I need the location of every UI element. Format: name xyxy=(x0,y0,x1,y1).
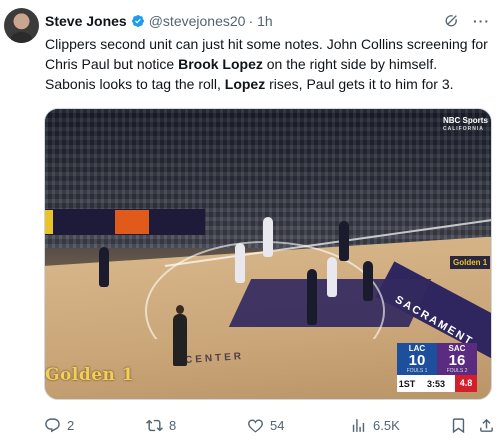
scorebug: LAC 10 FOULS 1 SAC 16 FOULS 2 1ST 3:53 4… xyxy=(397,343,477,393)
scorebug-away: SAC 16 FOULS 2 xyxy=(437,343,477,375)
reply-button[interactable]: 2 xyxy=(44,414,74,436)
repost-icon xyxy=(146,419,163,431)
views-count: 6.5K xyxy=(373,417,400,433)
reply-count: 2 xyxy=(67,417,75,433)
player xyxy=(235,243,245,283)
arena-sign: Golden 1 xyxy=(450,256,491,269)
like-button[interactable]: 54 xyxy=(247,414,284,436)
player xyxy=(327,257,337,297)
like-icon xyxy=(248,418,263,433)
broadcaster-region: CALIFORNIA xyxy=(443,126,484,132)
home-fouls: FOULS 1 xyxy=(406,368,428,374)
tweet-text-part: rises, Paul gets it to him for 3. xyxy=(265,76,454,92)
player xyxy=(307,269,317,325)
home-score: 10 xyxy=(408,352,426,369)
share-button[interactable] xyxy=(478,414,495,436)
repost-button[interactable]: 8 xyxy=(146,414,176,436)
away-score: 16 xyxy=(448,352,466,369)
share-icon xyxy=(480,418,493,432)
like-count: 54 xyxy=(270,417,285,433)
reply-icon xyxy=(45,417,60,432)
timestamp[interactable]: 1h xyxy=(257,13,273,29)
avatar[interactable] xyxy=(4,8,39,43)
verified-badge-icon xyxy=(131,14,145,28)
scorebug-home: LAC 10 FOULS 1 xyxy=(397,343,437,375)
bookmark-icon xyxy=(452,417,465,433)
player xyxy=(363,261,373,301)
video-media[interactable]: Golden 1 CENTER SACRAMENT Golden 1 NBC S… xyxy=(44,108,492,400)
broadcaster-name: NBC Sports xyxy=(443,116,488,125)
away-fouls: FOULS 2 xyxy=(446,368,468,374)
tweet-header: Steve Jones @stevejones20 · 1h ··· xyxy=(45,11,490,31)
player xyxy=(263,217,273,257)
grok-icon[interactable] xyxy=(443,13,459,29)
game-clock: 3:53 xyxy=(426,378,445,389)
player xyxy=(99,247,109,287)
repost-count: 8 xyxy=(169,417,177,433)
tweet-actions: 2 8 54 6.5K xyxy=(44,414,494,436)
broadcaster-logo: NBC Sports CALIFORNIA xyxy=(443,116,488,134)
views-button[interactable]: 6.5K xyxy=(350,414,400,436)
bookmark-button[interactable] xyxy=(450,414,467,436)
author-handle[interactable]: @stevejones20 xyxy=(149,13,246,29)
more-icon[interactable]: ··· xyxy=(473,13,490,29)
shot-clock: 4.8 xyxy=(455,375,477,392)
views-icon xyxy=(352,418,365,432)
tweet-text: Clippers second unit can just hit some n… xyxy=(45,34,490,94)
tweet-text-bold: Brook Lopez xyxy=(178,56,263,72)
author-name[interactable]: Steve Jones xyxy=(45,13,127,29)
game-period: 1ST xyxy=(398,378,416,389)
ad-accent xyxy=(115,210,149,234)
ad-accent xyxy=(45,210,53,234)
tweet-text-bold: Lopez xyxy=(224,76,266,92)
player xyxy=(339,221,349,261)
separator-dot: · xyxy=(248,13,254,29)
court-logo-text: Golden 1 xyxy=(45,365,135,385)
